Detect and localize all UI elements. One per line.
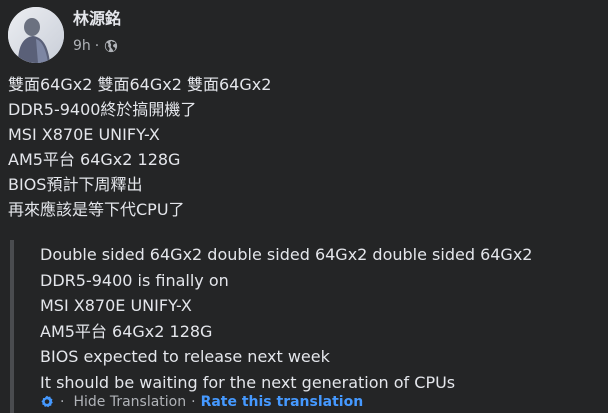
post-text: 雙面64Gx2 雙面64Gx2 雙面64Gx2 DDR5-9400終於搞開機了 … (8, 72, 598, 222)
rate-translation-link[interactable]: Rate this translation (201, 394, 364, 410)
hide-translation-link[interactable]: Hide Translation (73, 394, 186, 410)
translation-block: Double sided 64Gx2 double sided 64Gx2 do… (10, 240, 604, 413)
post-line: AM5平台 64Gx2 128G (8, 150, 181, 169)
avatar[interactable] (8, 7, 64, 63)
post-line: 雙面64Gx2 雙面64Gx2 雙面64Gx2 (8, 75, 272, 94)
translated-line: BIOS expected to release next week (40, 347, 330, 366)
post-line: 再來應該是等下代CPU了 (8, 200, 185, 219)
translated-line: Double sided 64Gx2 double sided 64Gx2 do… (40, 245, 533, 264)
post-timestamp[interactable]: 9h (73, 38, 91, 54)
globe-icon[interactable] (104, 39, 118, 53)
meta-separator: · (94, 38, 100, 54)
profile-photo (8, 7, 64, 63)
translated-text: Double sided 64Gx2 double sided 64Gx2 do… (40, 242, 532, 395)
post-meta: 9h · (73, 36, 118, 56)
translate-gear-icon[interactable] (40, 395, 60, 409)
facebook-post: 林源銘 9h · 雙面64Gx2 雙面64Gx2 雙面64Gx2 DDR5-94… (0, 0, 608, 413)
footer-separator: · (191, 394, 196, 410)
post-line: DDR5-9400終於搞開機了 (8, 100, 197, 119)
translated-line: DDR5-9400 is finally on (40, 270, 229, 290)
author-name[interactable]: 林源銘 (73, 8, 121, 30)
translated-line: MSI X870E UNIFY-X (40, 296, 192, 315)
translation-footer: · Hide Translation · Rate this translati… (40, 392, 363, 412)
footer-separator: · (60, 394, 65, 410)
post-line: MSI X870E UNIFY-X (8, 125, 160, 144)
translated-line: AM5平台 64Gx2 128G (40, 321, 213, 341)
post-line: BIOS預計下周釋出 (8, 175, 143, 194)
